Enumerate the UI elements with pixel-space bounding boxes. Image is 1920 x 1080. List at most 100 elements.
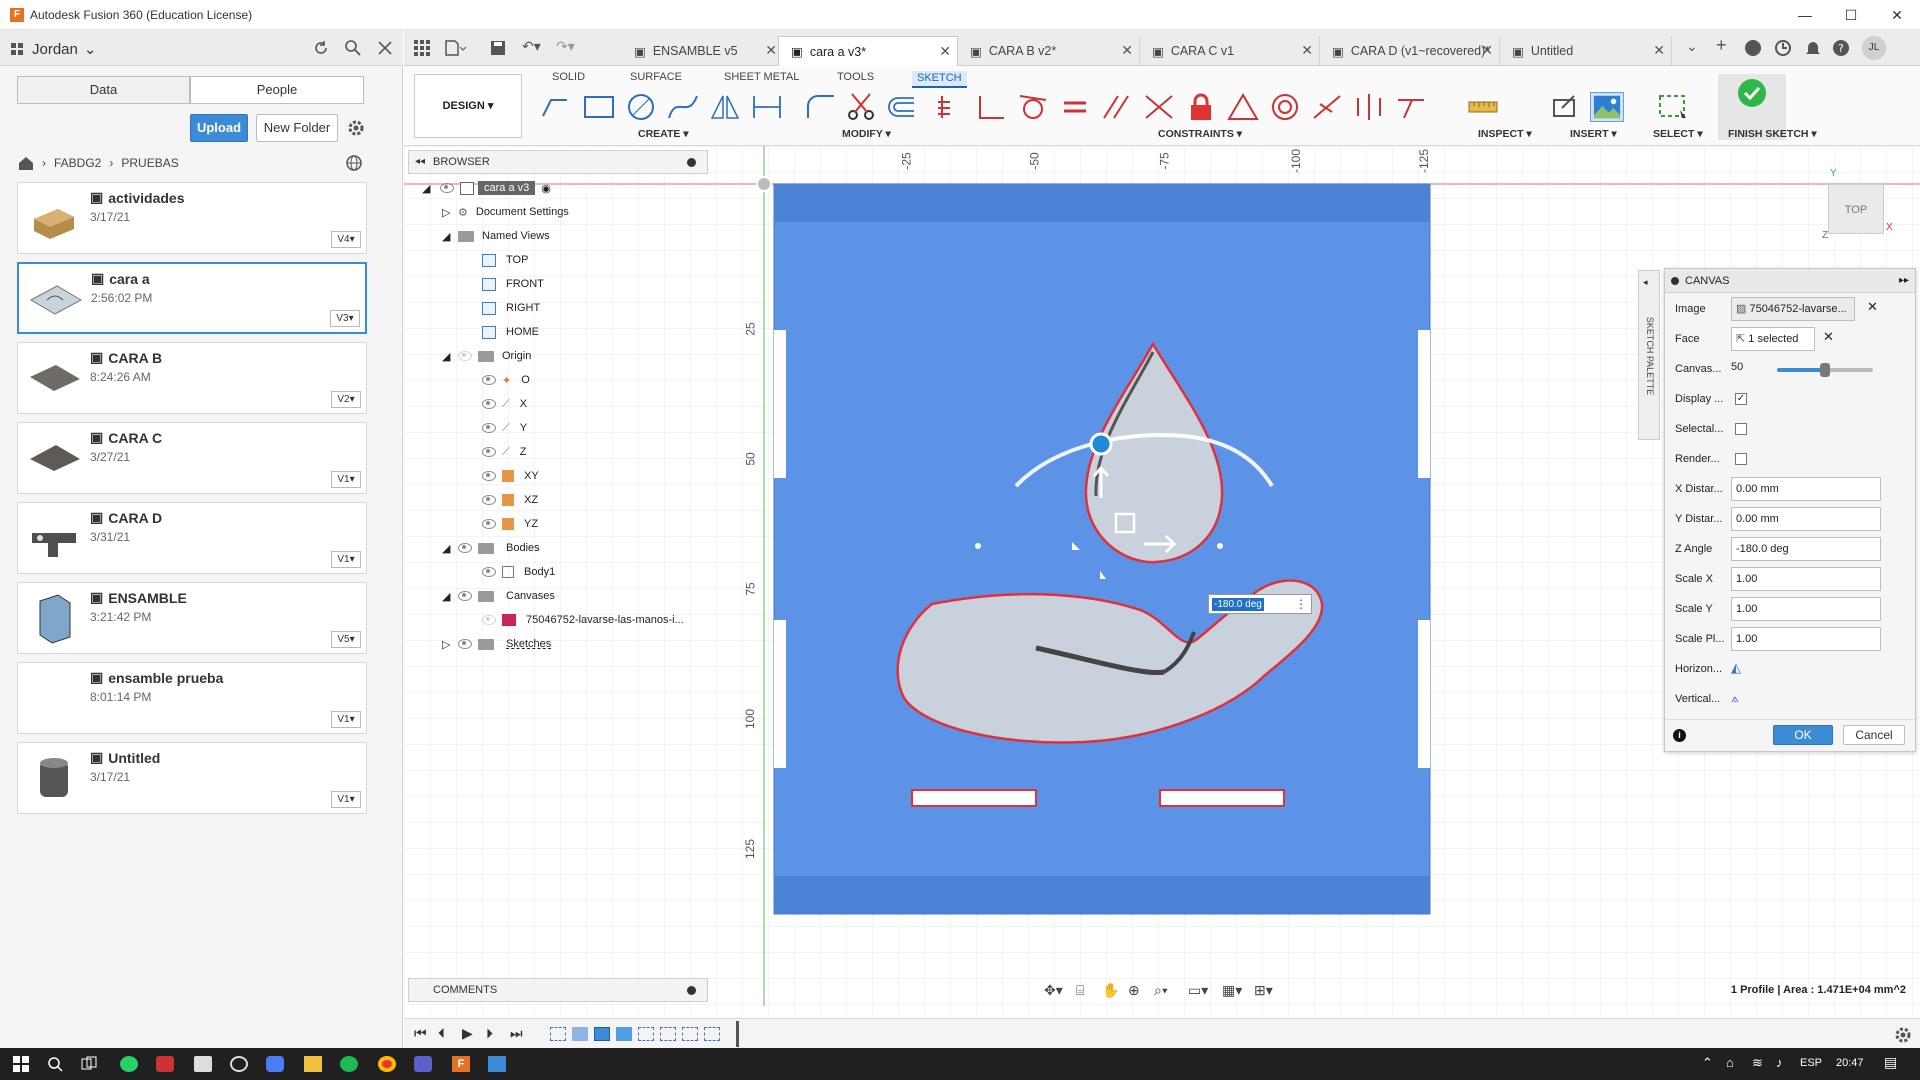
- workspace-switcher[interactable]: DESIGN ▾: [414, 74, 522, 138]
- measure-ruler-icon[interactable]: [1466, 92, 1500, 122]
- file-card[interactable]: ▣ CARA C 3/27/21 V1▾: [17, 422, 367, 494]
- concentric-constraint-icon[interactable]: [1268, 92, 1302, 122]
- version-badge[interactable]: V1▾: [331, 471, 361, 488]
- avatar[interactable]: JL: [1862, 36, 1886, 60]
- insert-canvas-image-icon[interactable]: [1590, 92, 1624, 122]
- midpoint-constraint-icon[interactable]: [1142, 92, 1176, 122]
- opacity-slider-knob[interactable]: [1820, 363, 1830, 377]
- tree-item-origin-point[interactable]: ✦ O: [482, 368, 530, 392]
- redo-icon[interactable]: ↷▾: [556, 38, 575, 55]
- notifications-icon[interactable]: ▤: [1884, 1054, 1897, 1071]
- fillet-tool-icon[interactable]: [804, 92, 838, 122]
- file-card[interactable]: ▣ CARA D 3/31/21 V1▾: [17, 502, 367, 574]
- tree-item-view-home[interactable]: HOME: [482, 320, 539, 344]
- close-panel-icon[interactable]: [377, 40, 393, 56]
- tree-item-axis-y[interactable]: ⟋ Y: [482, 416, 527, 440]
- curvature-constraint-icon[interactable]: [1394, 92, 1428, 122]
- trim-scissors-icon[interactable]: [844, 92, 878, 122]
- step-back-icon[interactable]: ⏴: [438, 1025, 445, 1042]
- file-explorer-icon[interactable]: [304, 1056, 322, 1072]
- doc-tab-untitled[interactable]: ▣ Untitled ✕: [1500, 36, 1672, 66]
- data-panel-toggle-icon[interactable]: [414, 40, 430, 56]
- zoom-app-icon[interactable]: [266, 1056, 284, 1072]
- chrome-icon[interactable]: [378, 1056, 396, 1072]
- version-badge[interactable]: V2▾: [331, 391, 361, 408]
- inspect-group-label[interactable]: INSPECT ▾: [1478, 128, 1532, 140]
- network-icon[interactable]: ⌂: [1726, 1055, 1734, 1070]
- kebab-menu-icon[interactable]: ⋮: [1295, 597, 1307, 611]
- y-distance-input[interactable]: 0.00 mm: [1731, 507, 1881, 531]
- sketch-feature-icon[interactable]: [682, 1027, 698, 1041]
- breadcrumb-folder[interactable]: PRUEBAS: [121, 156, 178, 170]
- tree-item-sketches[interactable]: ▷ Sketches: [442, 632, 551, 656]
- tree-item-view-top[interactable]: TOP: [482, 248, 528, 272]
- clear-face-icon[interactable]: ✕: [1823, 329, 1834, 345]
- app-icon[interactable]: [230, 1056, 248, 1072]
- store-icon[interactable]: [194, 1056, 212, 1072]
- pin-icon[interactable]: [687, 986, 696, 995]
- version-badge[interactable]: V1▾: [331, 711, 361, 728]
- tree-item-plane-yz[interactable]: YZ: [482, 512, 538, 536]
- fit-icon[interactable]: ⌕▾: [1154, 982, 1168, 999]
- user-menu[interactable]: Jordan ⌄: [10, 40, 96, 58]
- whatsapp-icon[interactable]: [120, 1056, 138, 1072]
- constraints-group-label[interactable]: CONSTRAINTS ▾: [1158, 128, 1242, 140]
- version-badge[interactable]: V1▾: [331, 791, 361, 808]
- tree-item-plane-xz[interactable]: XZ: [482, 488, 538, 512]
- tree-item-canvas-image[interactable]: 75046752-lavarse-las-manos-i...: [482, 608, 684, 632]
- app-icon[interactable]: [488, 1056, 506, 1072]
- tangent-constraint-icon[interactable]: [1016, 92, 1050, 122]
- collinear-constraint-icon[interactable]: [1310, 92, 1344, 122]
- modify-group-label[interactable]: MODIFY ▾: [842, 128, 891, 140]
- spotify-icon[interactable]: [340, 1056, 358, 1072]
- tree-item-root[interactable]: ◢ cara a v3 ◉: [422, 176, 551, 200]
- collapse-icon[interactable]: ◂◂: [415, 156, 425, 167]
- tree-item-document-settings[interactable]: ▷ ⚙ Document Settings: [442, 200, 569, 224]
- close-tab-icon[interactable]: ✕: [1121, 42, 1133, 59]
- home-icon[interactable]: [18, 156, 34, 170]
- expand-icon[interactable]: ▸▸: [1899, 269, 1909, 293]
- extensions-icon[interactable]: [1744, 39, 1762, 57]
- tab-surface[interactable]: SURFACE: [630, 71, 682, 83]
- ok-button[interactable]: OK: [1773, 725, 1833, 745]
- timeline-marker[interactable]: [736, 1021, 739, 1047]
- wifi-icon[interactable]: ≋: [1752, 1055, 1763, 1071]
- file-card[interactable]: ▣ ENSAMBLE 3:21:42 PM V5▾: [17, 582, 367, 654]
- line-tool-icon[interactable]: [539, 92, 573, 122]
- symmetry-constraint-icon[interactable]: [1352, 92, 1386, 122]
- triangle-constraint-icon[interactable]: [1226, 92, 1260, 122]
- z-angle-input[interactable]: -180.0 deg: [1731, 537, 1881, 561]
- sketch-feature-icon[interactable]: [550, 1027, 566, 1041]
- spline-tool-icon[interactable]: [666, 92, 700, 122]
- tab-solid[interactable]: SOLID: [552, 71, 585, 83]
- canvas-feature-icon[interactable]: [616, 1027, 632, 1041]
- fix-lock-icon[interactable]: [1184, 92, 1218, 122]
- select-window-icon[interactable]: [1656, 92, 1690, 122]
- horizontal-flip-icon[interactable]: ◭: [1731, 660, 1741, 676]
- tab-overflow-icon[interactable]: ⌄: [1686, 38, 1698, 55]
- version-badge[interactable]: V1▾: [331, 551, 361, 568]
- fusion360-taskbar-icon[interactable]: F: [452, 1056, 470, 1072]
- close-tab-icon[interactable]: ✕: [765, 42, 777, 59]
- tab-tools[interactable]: TOOLS: [837, 71, 874, 83]
- display-checkbox[interactable]: ✓: [1735, 393, 1747, 405]
- clock[interactable]: 20:47: [1836, 1057, 1864, 1069]
- pin-icon[interactable]: [687, 158, 696, 167]
- info-icon[interactable]: i: [1673, 729, 1686, 742]
- go-to-end-icon[interactable]: ⏭: [510, 1025, 523, 1042]
- close-tab-icon[interactable]: ✕: [1653, 42, 1665, 59]
- scale-x-input[interactable]: 1.00: [1731, 567, 1881, 591]
- dialog-header[interactable]: CANVAS ▸▸: [1665, 269, 1915, 293]
- upload-button[interactable]: Upload: [190, 114, 248, 142]
- extrude-feature-icon[interactable]: [572, 1027, 588, 1041]
- sketch-feature-icon[interactable]: [660, 1027, 676, 1041]
- refresh-icon[interactable]: [312, 39, 330, 57]
- taskbar-search-icon[interactable]: [46, 1056, 64, 1072]
- breadcrumb-project[interactable]: FABDG2: [54, 156, 101, 170]
- vertical-flip-icon[interactable]: ⟑: [1731, 690, 1739, 706]
- scale-y-input[interactable]: 1.00: [1731, 597, 1881, 621]
- browser-panel-header[interactable]: ◂◂ BROWSER: [408, 150, 708, 174]
- version-badge[interactable]: V5▾: [331, 631, 361, 648]
- insert-group-label[interactable]: INSERT ▾: [1570, 128, 1617, 140]
- angle-input[interactable]: -180.0 deg ⋮: [1208, 594, 1312, 614]
